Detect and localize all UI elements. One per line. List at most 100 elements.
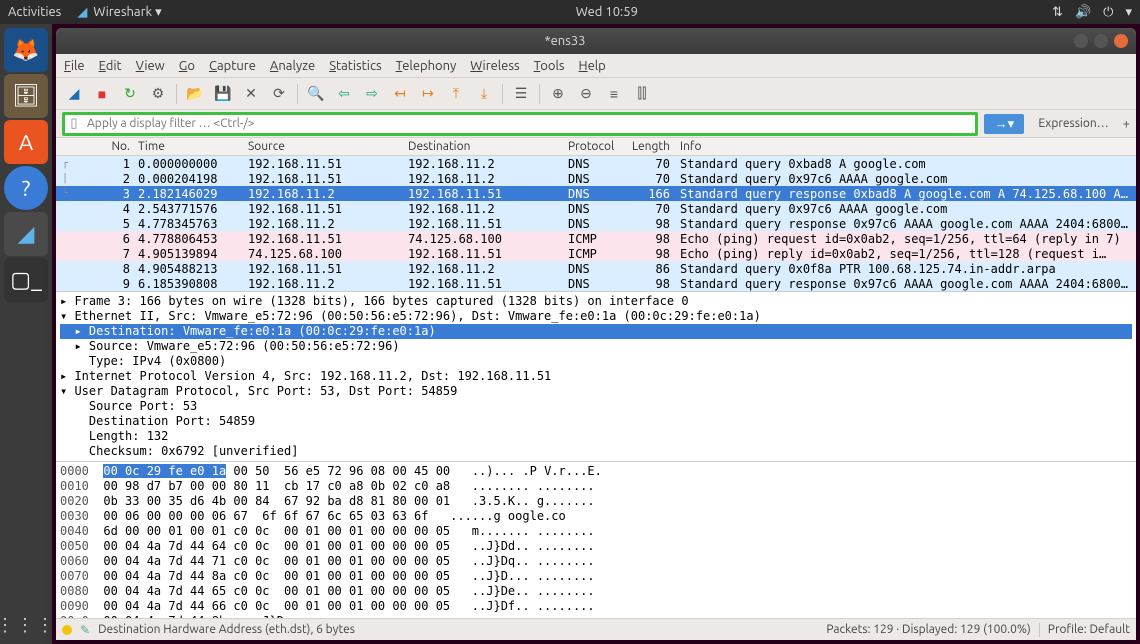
clock[interactable]: Wed 10:59 [162,5,1052,19]
start-capture-icon[interactable]: ◢ [62,82,86,106]
detail-line[interactable]: Length: 132 [60,429,1132,444]
prev-packet-icon[interactable]: ⇦ [332,82,356,106]
launcher-files[interactable]: 🗄 [4,74,48,118]
app-menu[interactable]: ◢Wireshark ▾ [77,5,161,20]
detail-line[interactable]: ▸ Source: Vmware_e5:72:96 (00:50:56:e5:7… [60,339,1132,354]
jump-prev-icon[interactable]: ↤ [388,82,412,106]
packet-row[interactable]: 96.185390808192.168.11.2192.168.11.51DNS… [56,276,1136,291]
find-icon[interactable]: 🔍 [304,82,328,106]
menu-statistics[interactable]: Statistics [329,59,381,73]
hex-line[interactable]: 0010 00 98 d7 b7 00 00 80 11 cb 17 c0 a8… [60,479,1132,494]
filter-bar: ▯ →▾ Expression… + [56,110,1136,138]
zoom-in-icon[interactable]: ⊕ [546,82,570,106]
hex-line[interactable]: 0060 00 04 4a 7d 44 71 c0 0c 00 01 00 01… [60,554,1132,569]
stop-capture-icon[interactable]: ■ [90,82,114,106]
packet-list[interactable]: No. Time Source Destination Protocol Len… [56,138,1136,291]
activities-button[interactable]: Activities [8,5,61,19]
menu-telephony[interactable]: Telephony [396,59,457,73]
first-packet-icon[interactable]: ⤒ [444,82,468,106]
gnome-top-panel: Activities ◢Wireshark ▾ Wed 10:59 ⇅ 🔊 ⏻ … [0,0,1140,24]
add-filter-button[interactable]: + [1123,117,1130,131]
toolbar: ◢ ■ ↻ ⚙ 📂 💾 ✕ ⟳ 🔍 ⇦ ⇨ ↤ ↦ ⤒ ⤓ ☰ ⊕ ⊖ ≡ ⫿⫿ [56,78,1136,110]
launcher-software[interactable]: A [4,120,48,164]
detail-line[interactable]: ▾ User Datagram Protocol, Src Port: 53, … [60,384,1132,399]
detail-line[interactable]: Source Port: 53 [60,399,1132,414]
menu-help[interactable]: Help [579,59,606,73]
menu-file[interactable]: File [64,59,85,73]
volume-icon[interactable]: 🔊 [1075,5,1091,20]
menu-tools[interactable]: Tools [534,59,565,73]
capture-file-props-icon[interactable]: ✎ [80,623,90,637]
menu-view[interactable]: View [136,59,165,73]
packet-row[interactable]: └32.182146029192.168.11.2192.168.11.51DN… [56,186,1136,201]
menubar: File Edit View Go Capture Analyze Statistics Te… [56,54,1136,78]
launcher-terminal[interactable]: ▢_ [4,258,48,302]
save-file-icon[interactable]: 💾 [211,82,235,106]
hex-line[interactable]: 0040 6d 00 00 01 00 01 c0 0c 00 01 00 01… [60,524,1132,539]
status-packet-count: Packets: 129 · Displayed: 129 (100.0%) [826,623,1030,636]
packet-row[interactable]: 42.543771576192.168.11.51192.168.11.2DNS… [56,201,1136,216]
close-button[interactable] [1114,34,1128,48]
maximize-button[interactable] [1094,34,1108,48]
window-title: *ens33 [56,34,1074,48]
detail-line[interactable]: Checksum: 0x6792 [unverified] [60,444,1132,459]
bookmark-icon[interactable]: ▯ [65,116,83,131]
hex-line[interactable]: 0030 00 06 00 00 00 06 67 6f 6f 67 6c 65… [60,509,1132,524]
next-packet-icon[interactable]: ⇨ [360,82,384,106]
packet-row[interactable]: 54.778345763192.168.11.2192.168.11.51DNS… [56,216,1136,231]
apply-filter-button[interactable]: →▾ [984,114,1024,134]
detail-line[interactable]: ▾ Ethernet II, Src: Vmware_e5:72:96 (00:… [60,309,1132,324]
menu-capture[interactable]: Capture [209,59,256,73]
hex-line[interactable]: 0090 00 04 4a 7d 44 66 c0 0c 00 01 00 01… [60,599,1132,614]
hex-line[interactable]: 0050 00 04 4a 7d 44 64 c0 0c 00 01 00 01… [60,539,1132,554]
status-profile[interactable]: Profile: Default [1048,623,1130,636]
detail-line[interactable]: Destination Port: 54859 [60,414,1132,429]
resize-columns-icon[interactable]: ⫿⫿ [630,82,654,106]
restart-capture-icon[interactable]: ↻ [118,82,142,106]
menu-caret-icon[interactable]: ▾ [1125,5,1132,20]
close-file-icon[interactable]: ✕ [239,82,263,106]
status-selected-field: Destination Hardware Address (eth.dst), … [98,623,355,636]
reload-icon[interactable]: ⟳ [267,82,291,106]
launcher-wireshark[interactable]: ◢ [4,212,48,256]
open-file-icon[interactable]: 📂 [183,82,207,106]
jump-next-icon[interactable]: ↦ [416,82,440,106]
display-filter-input[interactable] [83,115,975,132]
menu-wireless[interactable]: Wireless [470,59,519,73]
expression-button[interactable]: Expression… [1030,115,1116,132]
launcher-help[interactable]: ? [4,166,48,210]
power-icon[interactable]: ⏻ [1103,5,1113,20]
hex-line[interactable]: 0070 00 04 4a 7d 44 8a c0 0c 00 01 00 01… [60,569,1132,584]
packet-row[interactable]: 84.905488213192.168.11.51192.168.11.2DNS… [56,261,1136,276]
capture-options-icon[interactable]: ⚙ [146,82,170,106]
hex-line[interactable]: 0000 00 0c 29 fe e0 1a 00 50 56 e5 72 96… [60,464,1132,479]
minimize-button[interactable] [1074,34,1088,48]
packet-bytes[interactable]: 0000 00 0c 29 fe e0 1a 00 50 56 e5 72 96… [56,461,1136,618]
display-filter-wrap: ▯ [62,112,978,136]
launcher-firefox[interactable]: 🦊 [4,28,48,72]
menu-go[interactable]: Go [179,59,195,73]
packet-row[interactable]: │20.000204198192.168.11.51192.168.11.2DN… [56,171,1136,186]
packet-row[interactable]: 64.778806453192.168.11.5174.125.68.100IC… [56,231,1136,246]
last-packet-icon[interactable]: ⤓ [472,82,496,106]
network-icon[interactable]: ⇅ [1052,5,1063,20]
packet-row[interactable]: 74.90513989474.125.68.100192.168.11.51IC… [56,246,1136,261]
titlebar[interactable]: *ens33 [56,28,1136,54]
detail-line[interactable]: ▸ Destination: Vmware_fe:e0:1a (00:0c:29… [60,324,1132,339]
expert-info-icon[interactable] [62,625,72,635]
menu-edit[interactable]: Edit [99,59,122,73]
menu-analyze[interactable]: Analyze [270,59,315,73]
detail-line[interactable]: ▸ Internet Protocol Version 4, Src: 192.… [60,369,1132,384]
zoom-out-icon[interactable]: ⊖ [574,82,598,106]
hex-line[interactable]: 0020 0b 33 00 35 d6 4b 00 84 67 92 ba d8… [60,494,1132,509]
show-apps-icon[interactable]: ⋮⋮⋮ [0,615,56,636]
auto-scroll-icon[interactable]: ☰ [509,82,533,106]
launcher: 🦊 🗄 A ? ◢ ▢_ ⋮⋮⋮ [0,24,52,644]
wireshark-window: *ens33 File Edit View Go Capture Analyze Stati… [56,28,1136,640]
zoom-reset-icon[interactable]: ≡ [602,82,626,106]
packet-details[interactable]: ▸ Frame 3: 166 bytes on wire (1328 bits)… [56,291,1136,461]
hex-line[interactable]: 0080 00 04 4a 7d 44 65 c0 0c 00 01 00 01… [60,584,1132,599]
detail-line[interactable]: Type: IPv4 (0x0800) [60,354,1132,369]
packet-row[interactable]: ┌10.000000000192.168.11.51192.168.11.2DN… [56,156,1136,171]
detail-line[interactable]: ▸ Frame 3: 166 bytes on wire (1328 bits)… [60,294,1132,309]
